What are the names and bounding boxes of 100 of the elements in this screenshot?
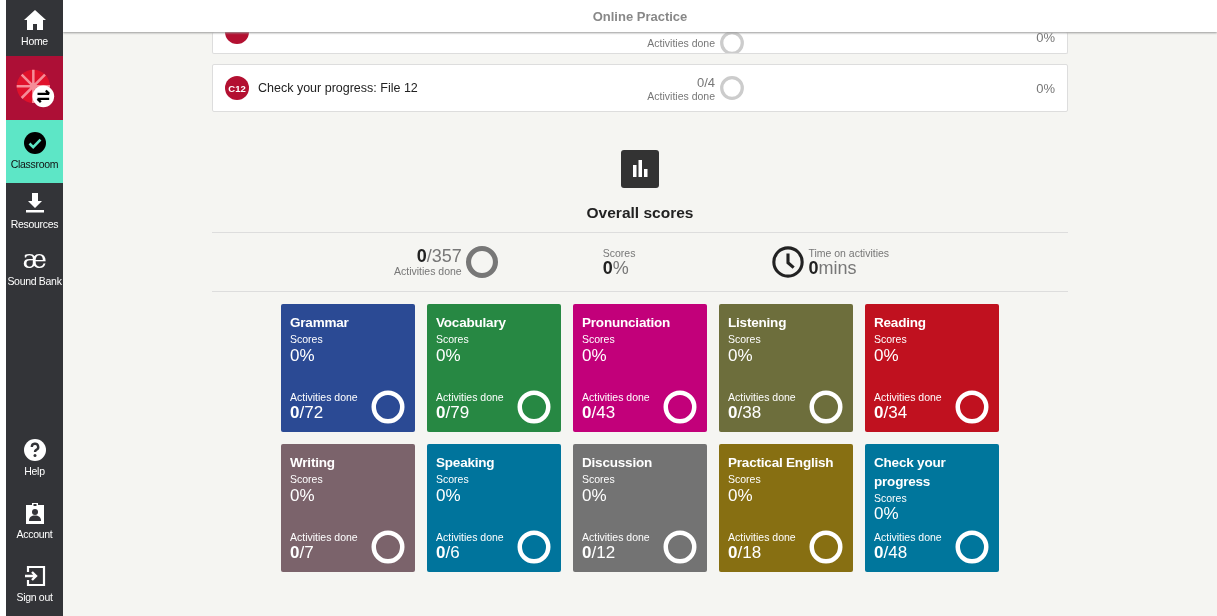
- category-title: Check your progress: [874, 454, 947, 491]
- activities-label: Activities done: [728, 390, 796, 405]
- category-title: Grammar: [290, 314, 350, 332]
- score-value: 0%: [582, 346, 608, 366]
- nav-item[interactable]: Home: [6, 0, 63, 56]
- scores-value: 0%: [602, 259, 630, 277]
- category-tile[interactable]: Vocabulary Scores 0% Activities done 0/79: [427, 304, 561, 432]
- score-value: 0%: [728, 486, 754, 506]
- activities-label: Activities done: [646, 89, 715, 102]
- category-tile[interactable]: Check your progress Scores 0% Activities done 0/48: [865, 444, 999, 572]
- category-title: Discussion: [582, 454, 654, 472]
- lesson-score: 0%: [1035, 80, 1055, 96]
- checkmark-icon: [22, 131, 47, 156]
- category-title: Practical English: [728, 454, 835, 472]
- progress-ring-icon: [370, 529, 406, 565]
- activities-count: 0/79: [436, 404, 471, 423]
- scores-label: Scores: [582, 332, 616, 347]
- nav-item[interactable]: Account: [6, 490, 63, 553]
- score-value: 0%: [436, 346, 462, 366]
- category-tile[interactable]: Writing Scores 0% Activities done 0/7: [281, 444, 415, 572]
- activities-label: Activities done: [874, 390, 942, 405]
- activities-label: Activities done: [874, 530, 942, 545]
- scores-label: Scores: [436, 332, 470, 347]
- nav-item[interactable]: Sign out: [6, 553, 63, 616]
- section-title: Overall scores: [586, 204, 694, 222]
- category-tile[interactable]: Practical English Scores 0% Activities done 0/18: [719, 444, 853, 572]
- scores-label: Scores: [290, 332, 324, 347]
- activities-count: 0/34: [874, 404, 909, 423]
- scores-label: Scores: [436, 472, 470, 487]
- progress-ring-icon: [464, 245, 499, 279]
- activities-label: Activities done: [394, 265, 462, 277]
- progress-ring-icon: [954, 389, 990, 425]
- category-title: Vocabulary: [436, 314, 507, 332]
- lesson-badge: C12: [225, 76, 249, 100]
- activities-label: Activities done: [728, 530, 796, 545]
- bar-chart-icon: [621, 150, 659, 188]
- activities-label: Activities done: [436, 390, 504, 405]
- time-label: Time on activities: [808, 247, 890, 259]
- lesson-row[interactable]: C12 Check your progress: File 12 0/4 Activities done 0%: [212, 64, 1068, 112]
- activities-count: 0/72: [290, 404, 325, 423]
- progress-ring-icon: [370, 389, 406, 425]
- course-logo-icon: [14, 68, 55, 108]
- category-tile[interactable]: Listening Scores 0% Activities done 0/38: [719, 304, 853, 432]
- activities-label: Activities done: [582, 390, 650, 405]
- category-title: Reading: [874, 314, 927, 332]
- activities-label: Activities done: [436, 530, 504, 545]
- scores-label: Scores: [728, 472, 762, 487]
- category-tile[interactable]: Discussion Scores 0% Activities done 0/12: [573, 444, 707, 572]
- category-title: Writing: [290, 454, 336, 472]
- score-value: 0%: [290, 486, 316, 506]
- category-tile[interactable]: Reading Scores 0% Activities done 0/34: [865, 304, 999, 432]
- activities-count: 0/18: [728, 544, 763, 563]
- help-icon: [22, 438, 47, 463]
- nav-item[interactable]: æ Sound Bank: [6, 239, 63, 295]
- nav-item[interactable]: Help: [6, 427, 63, 490]
- scores-label: Scores: [602, 247, 636, 259]
- activities-label: Activities done: [290, 390, 358, 405]
- nav-item[interactable]: Resources: [6, 183, 63, 239]
- activities-count: 0/357: [415, 247, 462, 265]
- scores-label: Scores: [728, 332, 762, 347]
- category-tile[interactable]: Grammar Scores 0% Activities done 0/72: [281, 304, 415, 432]
- activities-label: Activities done: [582, 530, 650, 545]
- lesson-row[interactable]: Activities done 0%: [212, 32, 1068, 54]
- ae-glyph-icon: æ: [22, 245, 47, 272]
- lesson-score: 0%: [1035, 32, 1055, 45]
- activities-count: 0/12: [582, 544, 617, 563]
- score-value: 0%: [436, 486, 462, 506]
- progress-ring-icon: [954, 529, 990, 565]
- scores-label: Scores: [874, 332, 908, 347]
- category-title: Speaking: [436, 454, 496, 472]
- progress-ring-icon: [808, 389, 844, 425]
- progress-ring-icon: [808, 529, 844, 565]
- progress-ring-icon: [516, 389, 552, 425]
- score-value: 0%: [728, 346, 754, 366]
- scores-label: Scores: [582, 472, 616, 487]
- time-value: 0mins: [808, 259, 858, 277]
- category-title: Listening: [728, 314, 788, 332]
- activities-count: 0/7: [290, 544, 315, 563]
- page-title: Online Practice: [592, 8, 688, 24]
- category-tile[interactable]: Pronunciation Scores 0% Activities done 0/43: [573, 304, 707, 432]
- progress-ring-icon: [719, 75, 745, 101]
- activities-count: 0/48: [874, 544, 909, 563]
- progress-ring-icon: [719, 32, 745, 53]
- category-tile[interactable]: Speaking Scores 0% Activities done 0/6: [427, 444, 561, 572]
- activities-count: 0/38: [728, 404, 763, 423]
- score-value: 0%: [874, 505, 900, 525]
- category-title: Pronunciation: [582, 314, 672, 332]
- sign-out-icon: [22, 564, 47, 589]
- progress-ring-icon: [662, 389, 698, 425]
- score-value: 0%: [582, 486, 608, 506]
- course-switch-button[interactable]: [6, 56, 63, 120]
- progress-ring-icon: [662, 529, 698, 565]
- activities-label: Activities done: [646, 37, 715, 49]
- activities-count: 0/4: [695, 74, 715, 90]
- nav-item[interactable]: Classroom: [6, 120, 63, 183]
- activities-count: 0/6: [436, 544, 461, 563]
- score-value: 0%: [874, 346, 900, 366]
- score-value: 0%: [290, 346, 316, 366]
- scores-label: Scores: [290, 472, 324, 487]
- scores-label: Scores: [874, 491, 908, 506]
